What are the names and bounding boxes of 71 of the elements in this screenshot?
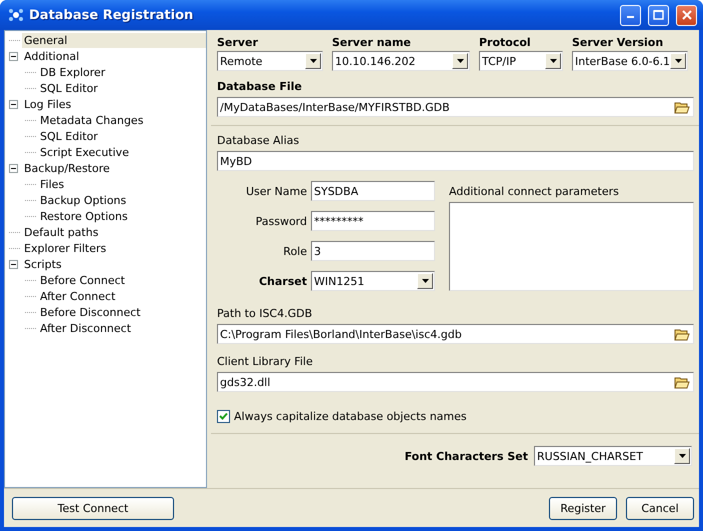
field-label: Server bbox=[217, 36, 259, 49]
alias-field[interactable]: MyBD bbox=[217, 151, 694, 171]
dropdown-arrow-icon bbox=[678, 454, 686, 458]
close-icon bbox=[682, 10, 692, 20]
tree-item[interactable]: Default paths bbox=[22, 224, 100, 240]
collapse-toggle-icon[interactable] bbox=[9, 260, 18, 268]
maximize-icon bbox=[653, 10, 664, 20]
font-charset-dropdown[interactable]: RUSSIAN_CHARSET bbox=[534, 446, 692, 466]
field-label: Charset bbox=[258, 274, 307, 288]
database-file-field[interactable]: /MyDataBases/InterBase/MYFIRSTBD.GDB bbox=[217, 97, 694, 117]
tree-item[interactable]: Log Files bbox=[22, 96, 74, 112]
field-label: Server name bbox=[332, 36, 412, 49]
app-icon bbox=[8, 7, 24, 23]
charset-dropdown[interactable]: WIN1251 bbox=[311, 271, 435, 291]
input-field[interactable]: 3 bbox=[311, 241, 435, 261]
tree-item[interactable]: Files bbox=[38, 176, 66, 192]
test-connect-button[interactable]: Test Connect bbox=[12, 496, 174, 520]
checkbox[interactable] bbox=[217, 410, 230, 423]
tree-item[interactable]: Metadata Changes bbox=[38, 112, 146, 128]
folder-icon[interactable] bbox=[674, 375, 690, 389]
tree-item[interactable]: Explorer Filters bbox=[22, 240, 108, 256]
dialog-button[interactable]: Cancel bbox=[626, 496, 694, 520]
folder-icon[interactable] bbox=[674, 100, 690, 114]
tree-item[interactable]: Script Executive bbox=[38, 144, 131, 160]
tree-item[interactable]: Additional bbox=[22, 48, 82, 64]
tree-item[interactable]: SQL Editor bbox=[38, 80, 100, 96]
field-label: Database File bbox=[217, 80, 303, 93]
field-label: Additional connect parameters bbox=[449, 185, 620, 198]
tree-item[interactable]: After Connect bbox=[38, 288, 118, 304]
server-dropdown[interactable]: 10.10.146.202 bbox=[332, 51, 470, 71]
collapse-toggle-icon[interactable] bbox=[9, 52, 18, 60]
tree-item[interactable]: SQL Editor bbox=[38, 128, 100, 144]
dropdown-arrow-icon bbox=[550, 59, 556, 63]
dialog-button[interactable]: Register bbox=[549, 496, 617, 520]
path-field[interactable]: gds32.dll bbox=[217, 372, 694, 392]
folder-icon[interactable] bbox=[674, 327, 690, 341]
tree-item[interactable]: General bbox=[22, 32, 206, 48]
field-label: Database Alias bbox=[217, 134, 300, 147]
window-title: Database Registration bbox=[29, 8, 194, 22]
field-label: User Name bbox=[244, 184, 307, 198]
field-label: Server Version bbox=[572, 36, 664, 49]
dropdown-arrow-icon bbox=[456, 59, 464, 63]
field-label: Font Characters Set bbox=[404, 450, 528, 462]
close-button[interactable] bbox=[676, 4, 697, 26]
checkbox-label: Always capitalize database objects names bbox=[234, 410, 467, 423]
field-label: Protocol bbox=[479, 36, 532, 49]
collapse-toggle-icon[interactable] bbox=[9, 100, 18, 108]
server-dropdown[interactable]: TCP/IP bbox=[479, 51, 563, 71]
input-field[interactable]: ********* bbox=[311, 211, 435, 231]
tree-item[interactable]: Backup/Restore bbox=[22, 160, 112, 176]
collapse-toggle-icon[interactable] bbox=[9, 164, 18, 172]
tree-item[interactable]: DB Explorer bbox=[38, 64, 108, 80]
dropdown-arrow-icon bbox=[674, 59, 682, 63]
field-label: Role bbox=[282, 244, 307, 258]
tree-item[interactable]: Before Connect bbox=[38, 272, 127, 288]
tree-item[interactable]: Backup Options bbox=[38, 192, 128, 208]
field-label: Client Library File bbox=[217, 355, 314, 368]
path-field[interactable]: C:\Program Files\Borland\InterBase\isc4.gdb bbox=[217, 324, 694, 344]
tree-item[interactable]: After Disconnect bbox=[38, 320, 134, 336]
tree-item[interactable]: Before Disconnect bbox=[38, 304, 143, 320]
server-dropdown[interactable]: InterBase 6.0-6.1 bbox=[572, 51, 688, 71]
tree-item[interactable]: Scripts bbox=[22, 256, 64, 272]
dropdown-arrow-icon bbox=[310, 59, 316, 63]
field-label: Path to ISC4.GDB bbox=[217, 307, 314, 320]
server-dropdown[interactable]: Remote bbox=[217, 51, 323, 71]
dropdown-arrow-icon bbox=[422, 279, 428, 283]
minimize-button[interactable] bbox=[620, 4, 641, 26]
input-field[interactable]: SYSDBA bbox=[311, 181, 435, 201]
maximize-button[interactable] bbox=[648, 4, 669, 26]
tree-item[interactable]: Restore Options bbox=[38, 208, 130, 224]
field-label: Password bbox=[254, 214, 307, 228]
